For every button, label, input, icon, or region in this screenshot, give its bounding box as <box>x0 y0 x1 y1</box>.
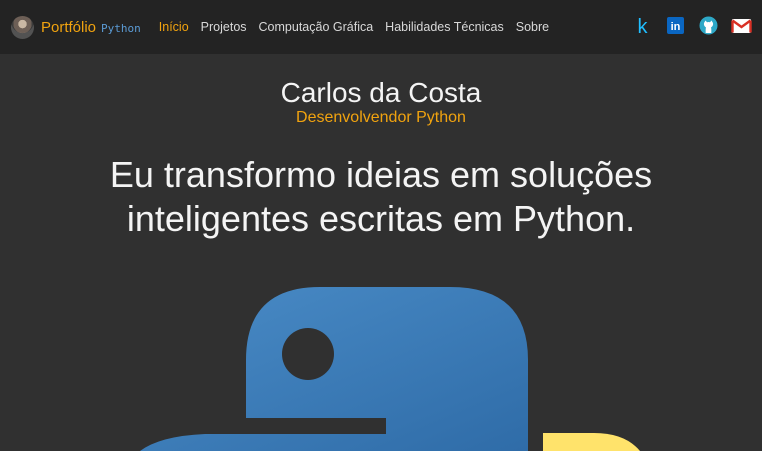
python-blue-half <box>140 287 528 451</box>
python-eye <box>282 328 334 380</box>
python-logo-icon <box>140 287 640 451</box>
python-yellow-half <box>543 433 640 451</box>
